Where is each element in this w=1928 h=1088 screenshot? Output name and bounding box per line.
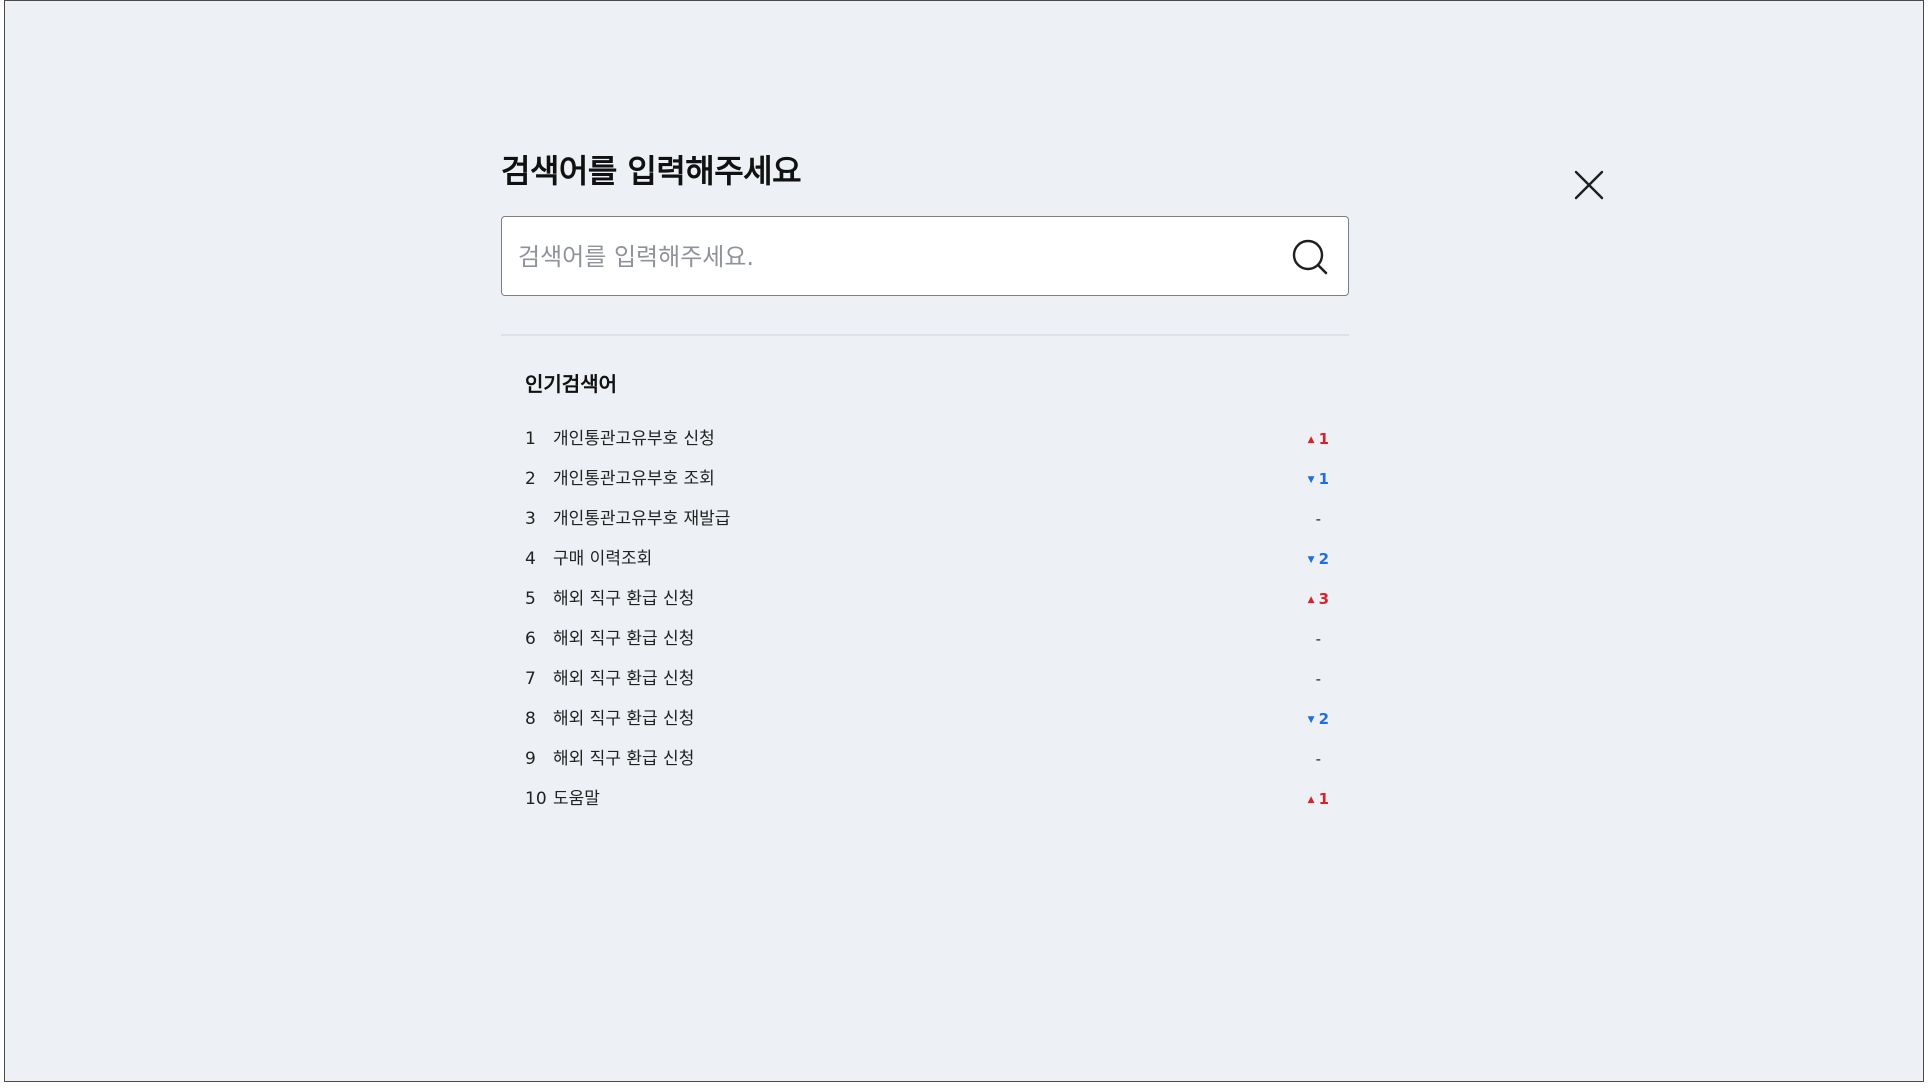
search-term-link[interactable]: 도움말 bbox=[553, 779, 600, 819]
popular-item[interactable]: 8 해외 직구 환급 신청 ▼ 2 bbox=[525, 699, 1329, 739]
rank-change-badge: - bbox=[1289, 499, 1329, 539]
rank-change-value: - bbox=[1315, 750, 1321, 768]
rank-change-value: 1 bbox=[1318, 790, 1329, 808]
rank-number: 5 bbox=[525, 589, 536, 609]
close-icon bbox=[1574, 170, 1604, 200]
popular-item[interactable]: 1 개인통관고유부호 신청 ▲ 1 bbox=[525, 419, 1329, 459]
arrow-up-icon: ▲ bbox=[1307, 595, 1315, 605]
rank-number: 7 bbox=[525, 669, 536, 689]
rank-change-badge: ▲ 3 bbox=[1289, 579, 1329, 620]
rank-change-badge: ▼ 2 bbox=[1289, 539, 1329, 580]
rank-number: 4 bbox=[525, 549, 536, 569]
rank-number: 1 bbox=[525, 429, 536, 449]
search-term-link[interactable]: 개인통관고유부호 신청 bbox=[553, 419, 715, 459]
search-input[interactable] bbox=[516, 217, 1280, 297]
popular-item[interactable]: 5 해외 직구 환급 신청 ▲ 3 bbox=[525, 579, 1329, 619]
rank-number: 9 bbox=[525, 749, 536, 769]
rank-change-value: 1 bbox=[1318, 470, 1329, 488]
arrow-down-icon: ▼ bbox=[1307, 715, 1315, 725]
rank-number: 3 bbox=[525, 509, 536, 529]
search-term-link[interactable]: 개인통관고유부호 재발급 bbox=[553, 499, 730, 539]
rank-change-value: 2 bbox=[1318, 550, 1329, 568]
popular-item[interactable]: 7 해외 직구 환급 신청 - bbox=[525, 659, 1329, 699]
rank-number: 10 bbox=[525, 789, 547, 809]
popular-item[interactable]: 2 개인통관고유부호 조회 ▼ 1 bbox=[525, 459, 1329, 499]
rank-number: 6 bbox=[525, 629, 536, 649]
popular-item[interactable]: 9 해외 직구 환급 신청 - bbox=[525, 739, 1329, 779]
rank-change-badge: - bbox=[1289, 739, 1329, 779]
search-term-link[interactable]: 해외 직구 환급 신청 bbox=[553, 619, 694, 659]
arrow-up-icon: ▲ bbox=[1307, 435, 1315, 445]
popular-list: 1 개인통관고유부호 신청 ▲ 1 2 개인통관고유부호 조회 ▼ 1 3 개인통관고유부호 재발… bbox=[525, 419, 1329, 819]
popular-item[interactable]: 3 개인통관고유부호 재발급 - bbox=[525, 499, 1329, 539]
rank-change-value: - bbox=[1315, 630, 1321, 648]
modal-title: 검색어를 입력해주세요 bbox=[501, 152, 802, 190]
search-term-link[interactable]: 해외 직구 환급 신청 bbox=[553, 579, 694, 619]
rank-change-value: - bbox=[1315, 670, 1321, 688]
rank-change-badge: - bbox=[1289, 659, 1329, 699]
rank-change-badge: ▼ 2 bbox=[1289, 699, 1329, 740]
rank-change-badge: ▲ 1 bbox=[1289, 419, 1329, 460]
search-icon bbox=[1292, 239, 1328, 275]
divider bbox=[501, 334, 1349, 336]
search-term-link[interactable]: 해외 직구 환급 신청 bbox=[553, 739, 694, 779]
popular-item[interactable]: 6 해외 직구 환급 신청 - bbox=[525, 619, 1329, 659]
arrow-up-icon: ▲ bbox=[1307, 795, 1315, 805]
rank-change-value: 2 bbox=[1318, 710, 1329, 728]
search-term-link[interactable]: 구매 이력조회 bbox=[553, 539, 652, 579]
search-box bbox=[501, 216, 1349, 297]
rank-number: 8 bbox=[525, 709, 536, 729]
rank-change-value: - bbox=[1315, 510, 1321, 528]
search-term-link[interactable]: 개인통관고유부호 조회 bbox=[553, 459, 715, 499]
search-term-link[interactable]: 해외 직구 환급 신청 bbox=[553, 659, 694, 699]
rank-number: 2 bbox=[525, 469, 536, 489]
arrow-down-icon: ▼ bbox=[1307, 475, 1315, 485]
popular-heading: 인기검색어 bbox=[525, 372, 617, 396]
search-modal: 검색어를 입력해주세요 인기검색어 1개인통관고유부호 신청▲12개인통관고유부… bbox=[4, 0, 1924, 1082]
popular-item[interactable]: 4 구매 이력조회 ▼ 2 bbox=[525, 539, 1329, 579]
rank-change-value: 1 bbox=[1318, 430, 1329, 448]
popular-item[interactable]: 10 도움말 ▲ 1 bbox=[525, 779, 1329, 819]
search-term-link[interactable]: 해외 직구 환급 신청 bbox=[553, 699, 694, 739]
search-button[interactable] bbox=[1290, 237, 1330, 277]
rank-change-value: 3 bbox=[1318, 590, 1329, 608]
arrow-down-icon: ▼ bbox=[1307, 555, 1315, 565]
rank-change-badge: - bbox=[1289, 619, 1329, 659]
rank-change-badge: ▲ 1 bbox=[1289, 779, 1329, 820]
close-button[interactable] bbox=[1565, 161, 1605, 201]
rank-change-badge: ▼ 1 bbox=[1289, 459, 1329, 500]
